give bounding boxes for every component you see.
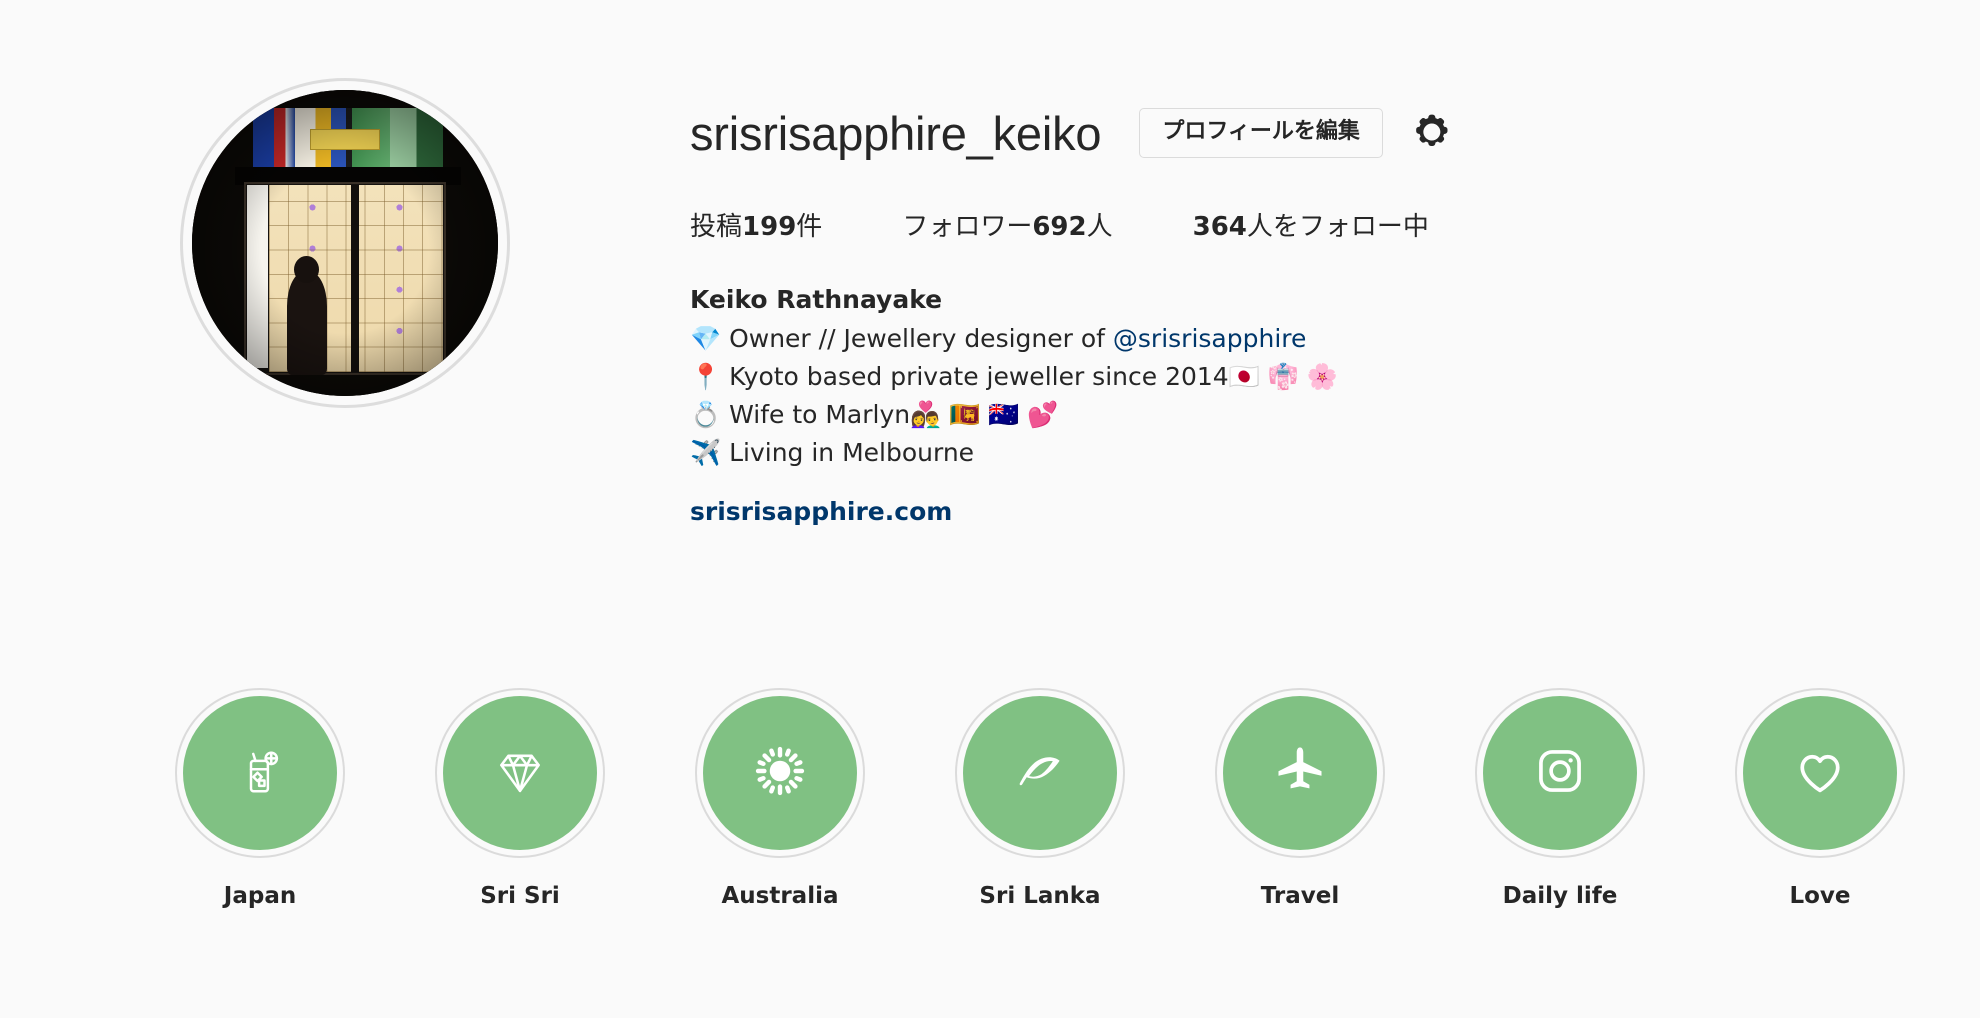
highlight-ring[interactable] xyxy=(1475,688,1645,858)
profile-stats: 投稿199件 フォロワー692人 364人をフォロー中 xyxy=(690,206,1980,243)
stat-following-value: 364 xyxy=(1192,212,1247,243)
stat-following-suffix: 人をフォロー中 xyxy=(1246,212,1429,243)
highlight-australia[interactable]: Australia xyxy=(650,688,910,909)
stat-posts[interactable]: 投稿199件 xyxy=(690,206,822,243)
diamond-icon xyxy=(492,743,548,804)
bio-line-melbourne: ✈️ Living in Melbourne xyxy=(690,438,975,468)
highlight-travel[interactable]: Travel xyxy=(1170,688,1430,909)
highlight-ring[interactable] xyxy=(1215,688,1385,858)
profile-info-column: srisrisapphire_keiko プロフィールを編集 投稿199件 フォ… xyxy=(690,0,1980,531)
highlight-label: Daily life xyxy=(1502,883,1618,909)
highlight-cover xyxy=(1743,696,1897,850)
highlight-label: Love xyxy=(1789,883,1851,909)
instagram-camera-icon xyxy=(1534,745,1586,802)
sun-icon xyxy=(752,743,808,804)
airplane-icon xyxy=(1271,742,1329,805)
highlight-cover xyxy=(183,696,337,850)
highlight-daily-life[interactable]: Daily life xyxy=(1430,688,1690,909)
highlight-label: Travel xyxy=(1260,883,1340,909)
mention-link-srisrisapphire[interactable]: @srisrisapphire xyxy=(1113,324,1306,353)
highlight-japan[interactable]: Japan xyxy=(130,688,390,909)
profile-bio: Keiko Rathnayake 💎 Owner // Jewellery de… xyxy=(690,281,1980,531)
highlight-ring[interactable] xyxy=(175,688,345,858)
highlight-label: Australia xyxy=(721,883,839,909)
avatar[interactable] xyxy=(192,90,498,396)
leaf-icon xyxy=(1012,743,1068,804)
highlight-sri-sri[interactable]: Sri Sri xyxy=(390,688,650,909)
stat-posts-value: 199 xyxy=(742,212,797,243)
stat-posts-suffix: 件 xyxy=(796,212,823,243)
highlight-sri-lanka[interactable]: Sri Lanka xyxy=(910,688,1170,909)
story-highlights: Japan Sri Sri Australia Sri Lanka Travel… xyxy=(0,688,1980,909)
edit-profile-button[interactable]: プロフィールを編集 xyxy=(1139,108,1383,159)
cocktail-drink-icon xyxy=(233,744,287,803)
stat-followers-suffix: 人 xyxy=(1086,212,1113,243)
highlight-cover xyxy=(703,696,857,850)
stat-followers-prefix: フォロワー xyxy=(902,212,1033,243)
bio-line-wife: 💍 Wife to Marlyn👩‍❤️‍👨 🇱🇰 🇦🇺 💕 xyxy=(690,400,1059,430)
stat-followers[interactable]: フォロワー692人 xyxy=(902,206,1112,243)
stat-followers-value: 692 xyxy=(1032,212,1087,243)
settings-button[interactable] xyxy=(1409,111,1453,155)
gear-icon xyxy=(1411,112,1451,155)
highlight-ring[interactable] xyxy=(435,688,605,858)
full-name: Keiko Rathnayake xyxy=(690,285,943,315)
highlight-ring[interactable] xyxy=(955,688,1125,858)
highlight-label: Sri Lanka xyxy=(979,883,1101,909)
stat-following[interactable]: 364人をフォロー中 xyxy=(1193,206,1429,243)
profile-header: srisrisapphire_keiko プロフィールを編集 投稿199件 フォ… xyxy=(0,0,1980,531)
highlight-love[interactable]: Love xyxy=(1690,688,1950,909)
bio-line-owner: 💎 Owner // Jewellery designer of @srisri… xyxy=(690,320,1980,358)
page-title: srisrisapphire_keiko xyxy=(690,106,1102,160)
highlight-cover xyxy=(443,696,597,850)
bio-line-kyoto: 📍 Kyoto based private jeweller since 201… xyxy=(690,361,1338,391)
highlight-ring[interactable] xyxy=(695,688,865,858)
photo-vignette xyxy=(192,90,498,396)
highlight-cover xyxy=(1223,696,1377,850)
avatar-column xyxy=(0,0,690,408)
website-link[interactable]: srisrisapphire.com xyxy=(690,493,1980,531)
highlight-label: Japan xyxy=(223,883,297,909)
username-row: srisrisapphire_keiko プロフィールを編集 xyxy=(690,106,1980,160)
instagram-profile-page: srisrisapphire_keiko プロフィールを編集 投稿199件 フォ… xyxy=(0,0,1980,1018)
highlight-cover xyxy=(1483,696,1637,850)
highlight-ring[interactable] xyxy=(1735,688,1905,858)
bio-line-owner-text: 💎 Owner // Jewellery designer of xyxy=(690,323,1113,353)
highlight-label: Sri Sri xyxy=(480,883,560,909)
stat-posts-prefix: 投稿 xyxy=(690,212,743,243)
heart-icon xyxy=(1792,743,1848,804)
avatar-ring[interactable] xyxy=(180,78,510,408)
highlight-cover xyxy=(963,696,1117,850)
